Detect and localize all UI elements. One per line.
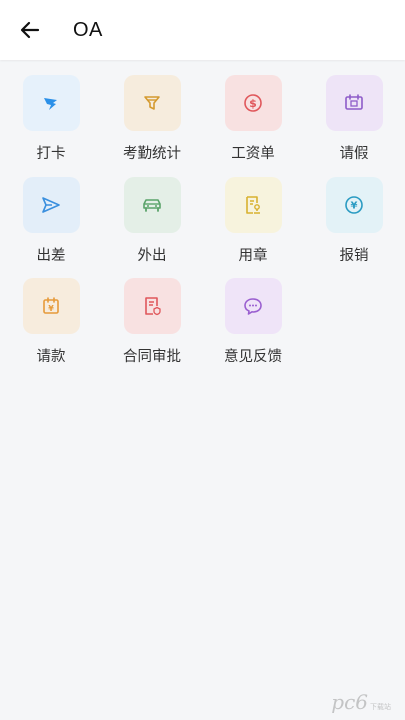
contract-icon xyxy=(145,297,161,316)
back-button[interactable] xyxy=(15,15,45,45)
tile-attendance-stats[interactable]: 考勤统计 xyxy=(102,75,202,165)
tile-label: 请款 xyxy=(36,349,66,365)
tile-icon-box xyxy=(123,278,181,334)
tile-reimbursement[interactable]: ¥ 报销 xyxy=(304,177,404,267)
tile-contract-approval[interactable]: 合同审批 xyxy=(102,278,202,368)
tile-feedback[interactable]: 意见反馈 xyxy=(203,278,303,368)
tile-go-out[interactable]: 外出 xyxy=(102,177,202,267)
watermark: pc6 下载站 xyxy=(331,690,391,714)
tile-seal[interactable]: 用章 xyxy=(203,177,303,267)
watermark-sub-text: 下载站 xyxy=(370,703,391,711)
tile-icon-box: $ xyxy=(224,75,282,131)
car-icon xyxy=(143,199,161,212)
tile-icon-box: ¥ xyxy=(325,177,383,233)
salary-icon: $ xyxy=(244,94,262,112)
payment-request-icon: ¥ xyxy=(43,297,59,314)
tile-leave[interactable]: 请假 xyxy=(304,75,404,165)
tile-icon-box xyxy=(22,75,80,131)
tile-label: 打卡 xyxy=(36,146,66,162)
check-in-icon xyxy=(44,98,57,110)
tile-icon-box xyxy=(325,75,383,131)
app-header: OA xyxy=(0,0,405,60)
send-icon xyxy=(42,197,60,213)
page-title: OA xyxy=(73,18,103,41)
feedback-icon xyxy=(244,298,262,315)
watermark-logo-text: pc6 xyxy=(331,690,368,714)
calendar-leave-icon xyxy=(345,94,363,110)
tile-icon-box xyxy=(224,177,282,233)
tile-label: 考勤统计 xyxy=(123,146,181,162)
seal-icon xyxy=(246,196,260,214)
tile-icon-box xyxy=(22,177,80,233)
tile-icon-box xyxy=(123,177,181,233)
tile-label: 报销 xyxy=(339,248,369,264)
tile-icon-box xyxy=(123,75,181,131)
tile-label: 工资单 xyxy=(231,146,275,162)
svg-text:¥: ¥ xyxy=(48,304,54,313)
tile-payment-request[interactable]: ¥ 请款 xyxy=(1,278,101,368)
tile-label: 出差 xyxy=(36,248,66,264)
tile-icon-box xyxy=(224,278,282,334)
funnel-icon xyxy=(144,96,160,110)
svg-text:$: $ xyxy=(249,97,257,110)
tile-label: 请假 xyxy=(339,146,369,162)
tile-label: 合同审批 xyxy=(123,349,181,365)
tile-business-trip[interactable]: 出差 xyxy=(1,177,101,267)
tile-payslip[interactable]: $ 工资单 xyxy=(203,75,303,165)
arrow-left-icon xyxy=(20,21,40,39)
tile-check-in[interactable]: 打卡 xyxy=(1,75,101,165)
tile-icon-box: ¥ xyxy=(22,278,80,334)
tile-label: 用章 xyxy=(238,248,268,264)
reimburse-icon: ¥ xyxy=(345,196,363,214)
tile-label: 外出 xyxy=(137,248,167,264)
svg-text:¥: ¥ xyxy=(351,201,358,212)
tile-label: 意见反馈 xyxy=(224,349,282,365)
